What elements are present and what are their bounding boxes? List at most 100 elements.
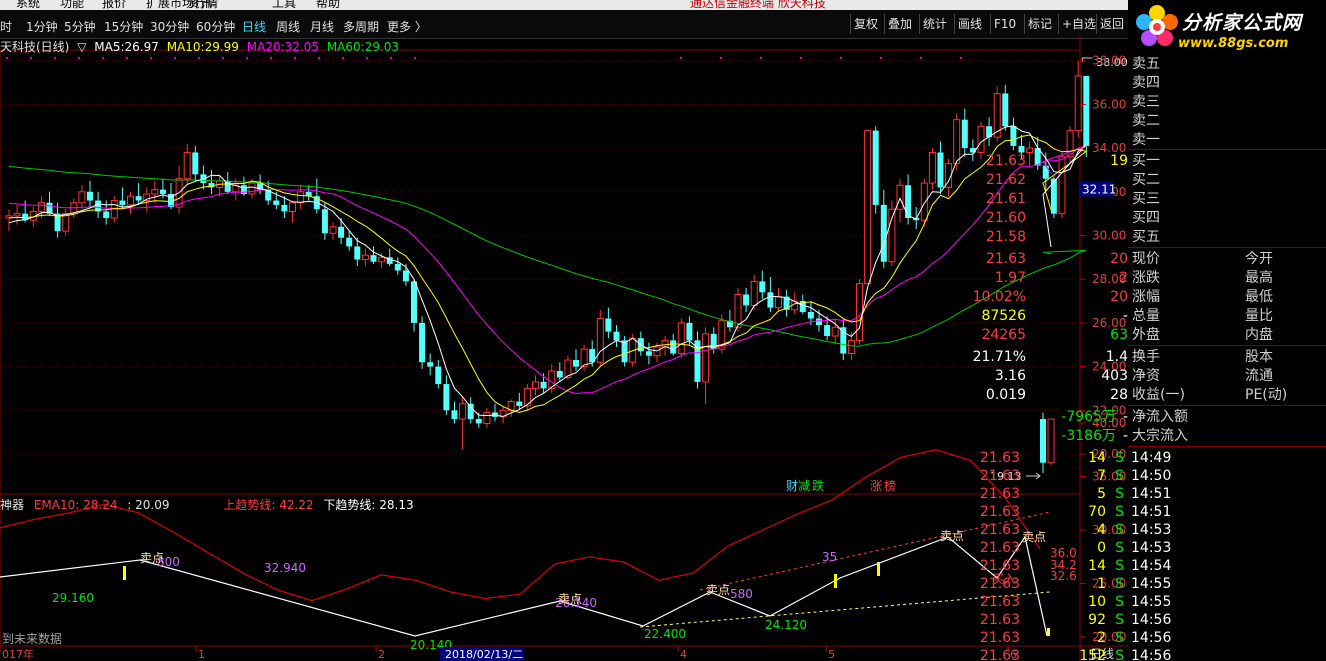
tick-price: 21.63: [979, 486, 1020, 502]
period-item-more[interactable]: 更多 〉: [387, 18, 427, 35]
tick-volume: 7: [1097, 468, 1106, 484]
add-favorite-button[interactable]: +自选: [1058, 14, 1099, 34]
date-tick-label: 4: [680, 648, 687, 661]
annot-jian: 减: [798, 479, 810, 493]
stat-label-2: 今开: [1245, 251, 1273, 267]
candle-body-down: [905, 185, 912, 219]
draw-line-button[interactable]: 画线: [954, 14, 985, 34]
stat-value: 10.02%: [972, 289, 1026, 305]
period-item-multi[interactable]: 多周期: [343, 18, 379, 35]
candle-body-down: [743, 294, 750, 306]
event-dot: [960, 57, 962, 59]
candle-body-up: [378, 256, 386, 263]
overlay-button[interactable]: 叠加: [884, 14, 915, 34]
event-dot: [198, 57, 200, 59]
kline-chart-area[interactable]: 38.0019.13财减跌涨榜 29.16032.94022.40024.120…: [0, 36, 1128, 661]
candle-body-down: [767, 292, 774, 308]
candle-body-down: [273, 200, 280, 205]
menu-item-quotes[interactable]: 报价: [102, 0, 126, 10]
stat-label: 总量: [1132, 308, 1160, 324]
stat-value-2: 20: [1110, 289, 1128, 305]
future-data-label: 到未来数据: [2, 631, 62, 646]
flow-value-2: -: [1122, 428, 1128, 444]
low-marker: [1026, 472, 1041, 480]
buy-level-label: 买三: [1132, 191, 1160, 207]
menu-item-system[interactable]: 系统: [16, 0, 40, 10]
value-label-32: 32.6: [1050, 569, 1077, 583]
mark-button[interactable]: 标记: [1024, 14, 1055, 34]
period-item-monthly[interactable]: 月线: [310, 18, 334, 35]
ma-legend: 天科技(日线) ▽ MA5:26.97 MA10:29.99 MA20:32.0…: [0, 38, 403, 55]
period-item-5min[interactable]: 5分钟: [64, 18, 96, 35]
period-item-60min[interactable]: 60分钟: [196, 18, 235, 35]
candle-body-down: [321, 209, 328, 234]
f10-button[interactable]: F10: [990, 14, 1019, 34]
period-item-15min[interactable]: 15分钟: [104, 18, 143, 35]
stock-name-label: 天科技(日线): [0, 40, 70, 54]
candle-body-down: [402, 270, 409, 282]
statistics-button[interactable]: 统计: [919, 14, 950, 34]
candlestick-series: 38.0019.13财减跌涨榜: [5, 56, 1128, 493]
flow-value-2: -: [1122, 409, 1128, 425]
period-item-weekly[interactable]: 周线: [276, 18, 300, 35]
tick-time: 14:49: [1131, 450, 1172, 466]
candle-body-down: [621, 340, 628, 363]
stat-label-2: 流通: [1245, 368, 1273, 384]
stat-value-2: 63: [1110, 327, 1128, 343]
candle-body-up: [775, 296, 782, 309]
period-item-30min[interactable]: 30分钟: [150, 18, 189, 35]
sell-level-label: 卖五: [1132, 56, 1160, 72]
event-dot: [414, 57, 416, 59]
stat-value: 87526: [981, 308, 1026, 324]
stat-label-2: 股本: [1245, 349, 1273, 365]
event-dot: [720, 57, 722, 59]
period-item-daily[interactable]: 日线: [242, 18, 266, 35]
restore-rights-button[interactable]: 复权: [850, 14, 881, 34]
menu-item-extended[interactable]: 资讯: [188, 0, 212, 10]
back-button[interactable]: 返回: [1096, 14, 1127, 34]
stat-label: 涨幅: [1132, 289, 1160, 305]
stat-label-2: 最高: [1245, 270, 1273, 286]
period-item-1min[interactable]: 1分钟: [26, 18, 58, 35]
event-dot: [150, 57, 152, 59]
trading-terminal: 系统 功能 报价 扩展市场行情 资讯 工具 帮助 通达信金融终端 欣天科技 时 …: [0, 0, 1326, 661]
candle-body-up: [702, 333, 710, 383]
candle-body-down: [346, 237, 353, 247]
event-dot: [30, 57, 32, 59]
candle-body-down: [937, 152, 944, 188]
candle-body-down: [961, 119, 968, 149]
candle-body-down: [1083, 75, 1090, 146]
period-item-time[interactable]: 时: [0, 18, 12, 35]
tick-price: 21.63: [979, 612, 1020, 628]
stat-value-2: 20: [1110, 251, 1128, 267]
candle-body-down: [443, 384, 450, 411]
tick-price: 21.63: [979, 630, 1020, 646]
candle-body-up: [329, 226, 337, 234]
candle-body-down: [605, 318, 612, 332]
candle-body-up: [677, 322, 685, 354]
price-tick-label: 36.00: [1092, 97, 1126, 111]
tick-price: 21.63: [979, 522, 1020, 538]
tick-time: 14:55: [1131, 594, 1172, 610]
menu-item-tools[interactable]: 帮助: [316, 0, 340, 10]
buy-level-volume: 19: [1110, 153, 1128, 169]
tick-time: 14:56: [1131, 612, 1172, 628]
divider: [1128, 345, 1326, 346]
stat-value-2: 1.4: [1105, 349, 1128, 365]
tick-side: S: [1115, 468, 1124, 484]
candle-body-up: [734, 293, 742, 328]
menu-item-function[interactable]: 功能: [60, 0, 84, 10]
tick-time: 14:51: [1131, 486, 1172, 502]
candle-body-up: [920, 182, 928, 221]
stat-label: 收益(一): [1132, 387, 1185, 403]
candle-body-up: [127, 195, 134, 206]
stat-value-2: 2: [1119, 270, 1128, 286]
price-tick-label: 30.00: [1092, 229, 1126, 243]
indicator-mark-icon[interactable]: ▽: [77, 40, 86, 54]
candle-body-down: [103, 211, 110, 219]
menu-item-news[interactable]: 工具: [272, 0, 296, 10]
tick-side: S: [1115, 612, 1124, 628]
buy-level-price: 21.63: [985, 153, 1026, 169]
event-dot: [760, 57, 762, 59]
high-marker: [1081, 57, 1093, 62]
